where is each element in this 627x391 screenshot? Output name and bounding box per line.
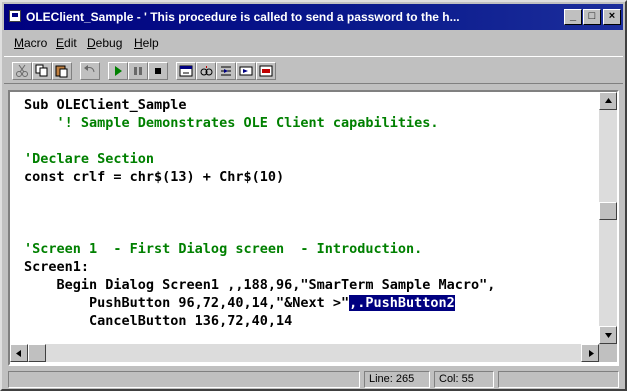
code-line[interactable]: PushButton 96,72,40,14,"&Next >",.PushBu… [24, 294, 455, 312]
code-text: Sub OLEClient_Sample [24, 97, 187, 113]
code-text: CancelButton 136,72,40,14 [24, 313, 293, 329]
undo-icon [84, 65, 95, 73]
arrow-left-icon [16, 350, 21, 357]
pause-button[interactable] [128, 62, 148, 80]
code-area[interactable]: Sub OLEClient_Sample '! Sample Demonstra… [10, 92, 599, 344]
scroll-right-button[interactable] [581, 344, 599, 362]
status-panel-extra [498, 371, 619, 388]
code-text: Begin Dialog Screen1 ,,188,96,"SmarTerm … [24, 277, 496, 293]
vertical-scrollbar[interactable] [599, 92, 617, 344]
step-into-button[interactable] [216, 62, 236, 80]
status-panel-message [8, 371, 360, 388]
code-line[interactable]: Sub OLEClient_Sample [24, 96, 187, 114]
toggle-breakpoint-button[interactable] [256, 62, 276, 80]
minimize-icon: _ [569, 10, 577, 22]
step-into-icon [221, 66, 231, 76]
cut-icon [16, 64, 28, 77]
window-title: OLEClient_Sample - ' This procedure is c… [26, 10, 460, 24]
maximize-icon: □ [588, 10, 596, 22]
scroll-up-button[interactable] [599, 92, 617, 110]
scroll-left-button[interactable] [10, 344, 28, 362]
cut-button[interactable] [12, 62, 32, 80]
close-button[interactable]: × [603, 9, 621, 25]
code-line[interactable]: 'Screen 1 - First Dialog screen - Introd… [24, 240, 422, 258]
arrow-down-icon [605, 333, 612, 338]
undo-button[interactable] [80, 62, 100, 80]
arrow-right-icon [589, 350, 594, 357]
paste-icon [55, 65, 68, 78]
status-bar: Line: 265 Col: 55 [4, 370, 623, 389]
macro-editor-window: OLEClient_Sample - ' This procedure is c… [0, 0, 627, 391]
copy-button[interactable] [32, 62, 52, 80]
code-comment: 'Screen 1 - First Dialog screen - Introd… [24, 241, 423, 257]
run-icon [115, 66, 122, 76]
code-editor[interactable]: Sub OLEClient_Sample '! Sample Demonstra… [8, 90, 619, 366]
step-over-icon [239, 66, 253, 76]
pause-icon [134, 67, 142, 75]
horizontal-scrollbar[interactable] [10, 344, 599, 362]
scrollbar-corner [599, 344, 617, 362]
code-comment: '! Sample Demonstrates OLE Client capabi… [24, 115, 439, 131]
stop-icon [155, 68, 161, 74]
code-line[interactable]: const crlf = chr$(13) + Chr$(10) [24, 168, 284, 186]
code-line[interactable]: 'Declare Section [24, 150, 154, 168]
maximize-button[interactable]: □ [583, 9, 601, 25]
paste-button[interactable] [52, 62, 72, 80]
status-column: Col: 55 [434, 371, 494, 388]
menu-edit[interactable]: Edit [56, 36, 77, 50]
menu-debug[interactable]: Debug [87, 36, 122, 50]
selected-text: ,.PushButton2 [349, 295, 455, 311]
dialog-editor-button[interactable] [176, 62, 196, 80]
run-button[interactable] [108, 62, 128, 80]
stop-button[interactable] [148, 62, 168, 80]
code-comment: 'Declare Section [24, 151, 155, 167]
toggle-breakpoint-icon [259, 65, 273, 77]
app-icon[interactable] [9, 10, 21, 22]
menu-bar: Macro Edit Debug Help [4, 32, 623, 54]
dialog-editor-icon [179, 65, 193, 77]
watch-button[interactable] [196, 62, 216, 80]
code-line[interactable]: Screen1: [24, 258, 89, 276]
horizontal-scroll-thumb[interactable] [28, 344, 46, 362]
code-text: const crlf = chr$(13) + Chr$(10) [24, 169, 285, 185]
copy-icon [35, 64, 48, 77]
watch-icon [200, 66, 213, 76]
code-text: Screen1: [24, 259, 90, 275]
code-text: PushButton 96,72,40,14,"&Next >" [24, 295, 350, 311]
close-icon: × [608, 10, 616, 22]
arrow-up-icon [605, 98, 612, 103]
code-line[interactable]: Begin Dialog Screen1 ,,188,96,"SmarTerm … [24, 276, 496, 294]
menu-help[interactable]: Help [134, 36, 159, 50]
code-line[interactable]: '! Sample Demonstrates OLE Client capabi… [24, 114, 439, 132]
step-over-button[interactable] [236, 62, 256, 80]
toolbar [4, 56, 623, 84]
vertical-scroll-thumb[interactable] [599, 202, 617, 220]
minimize-button[interactable]: _ [564, 9, 582, 25]
title-bar[interactable]: OLEClient_Sample - ' This procedure is c… [4, 4, 623, 30]
status-line: Line: 265 [364, 371, 430, 388]
scroll-down-button[interactable] [599, 326, 617, 344]
menu-macro[interactable]: Macro [14, 36, 47, 50]
code-line[interactable]: CancelButton 136,72,40,14 [24, 312, 292, 330]
